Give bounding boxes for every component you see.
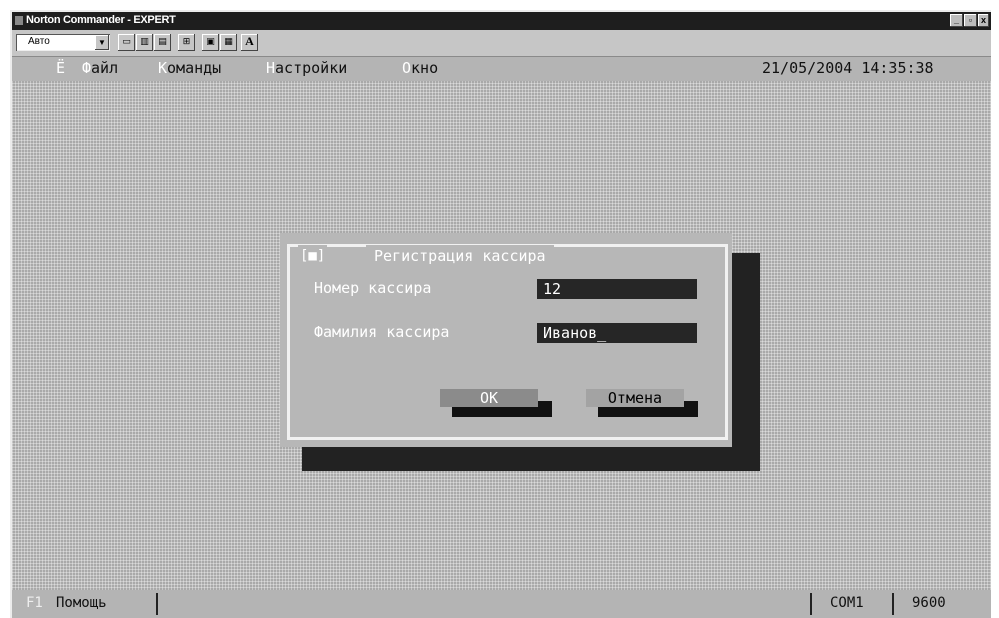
dialog-close-button[interactable]: [■]: [298, 245, 328, 267]
help-label[interactable]: Помощь: [56, 595, 107, 611]
font-icon[interactable]: A: [241, 34, 258, 51]
cashier-surname-label: Фамилия кассира: [314, 323, 450, 341]
status-divider: [156, 593, 158, 615]
cashier-registration-dialog: [■] Регистрация кассира Номер кассира 12…: [280, 233, 732, 447]
app-icon[interactable]: [15, 16, 23, 25]
status-divider: [892, 593, 894, 615]
toolbar: Авто ▼ ▭ ▥ ▤ ⊞ ▣ ▦ A: [12, 30, 991, 57]
dialog-title: Регистрация кассира: [366, 245, 554, 267]
console-screen: Ё Файл Команды Настройки Окно 21/05/2004…: [12, 57, 991, 618]
cashier-number-label-text: омер кассира: [323, 279, 432, 297]
menu-system-hotkey: Ё: [56, 59, 66, 77]
dialog-frame: [■] Регистрация кассира Номер кассира 12…: [287, 244, 728, 440]
paste-icon[interactable]: ▤: [154, 34, 171, 51]
font-size-select[interactable]: Авто ▼: [16, 34, 110, 51]
window-title: Norton Commander - EXPERT: [26, 14, 176, 26]
menu-commands-hotkey: К: [158, 59, 168, 77]
minimize-button[interactable]: _: [950, 14, 963, 27]
properties-icon[interactable]: ▣: [202, 34, 219, 51]
port-indicator: COM1: [830, 595, 864, 611]
close-button[interactable]: x: [978, 14, 989, 27]
menu-system[interactable]: Ё: [56, 59, 65, 77]
baud-indicator: 9600: [912, 595, 946, 611]
menu-file[interactable]: Файл: [82, 59, 118, 77]
background-icon[interactable]: ▦: [220, 34, 237, 51]
chevron-down-icon[interactable]: ▼: [95, 35, 109, 50]
menu-window[interactable]: Окно: [402, 59, 438, 77]
status-divider: [810, 593, 812, 615]
menu-file-label: айл: [91, 59, 119, 77]
menu-window-label: кно: [411, 59, 439, 77]
mark-icon[interactable]: ▭: [118, 34, 135, 51]
copy-icon[interactable]: ▥: [136, 34, 153, 51]
menu-commands[interactable]: Команды: [158, 59, 221, 77]
help-key[interactable]: F1: [26, 595, 43, 611]
app-window: Norton Commander - EXPERT _ ▫ x Авто ▼ ▭…: [10, 10, 991, 618]
title-bar[interactable]: Norton Commander - EXPERT _ ▫ x: [12, 12, 991, 30]
cashier-number-label: Номер кассира: [314, 279, 431, 297]
menu-file-hotkey: Ф: [82, 59, 92, 77]
clock: 21/05/2004 14:35:38: [762, 59, 934, 77]
cashier-surname-field[interactable]: Иванов_: [537, 323, 697, 343]
status-bar: F1 Помощь COM1 9600: [12, 590, 991, 618]
menu-settings[interactable]: Настройки: [266, 59, 347, 77]
menu-commands-label: оманды: [167, 59, 222, 77]
cashier-number-field[interactable]: 12: [537, 279, 697, 299]
font-size-value: Авто: [28, 36, 50, 47]
menu-settings-label: астройки: [275, 59, 348, 77]
ok-button[interactable]: OK: [440, 389, 538, 407]
menu-bar: Ё Файл Команды Настройки Окно 21/05/2004…: [12, 57, 991, 81]
cashier-number-hotkey: Н: [314, 279, 324, 297]
fullscreen-icon[interactable]: ⊞: [178, 34, 195, 51]
cancel-button[interactable]: Отмена: [586, 389, 684, 407]
menu-settings-hotkey: Н: [266, 59, 276, 77]
menu-window-hotkey: О: [402, 59, 412, 77]
maximize-button[interactable]: ▫: [964, 14, 977, 27]
